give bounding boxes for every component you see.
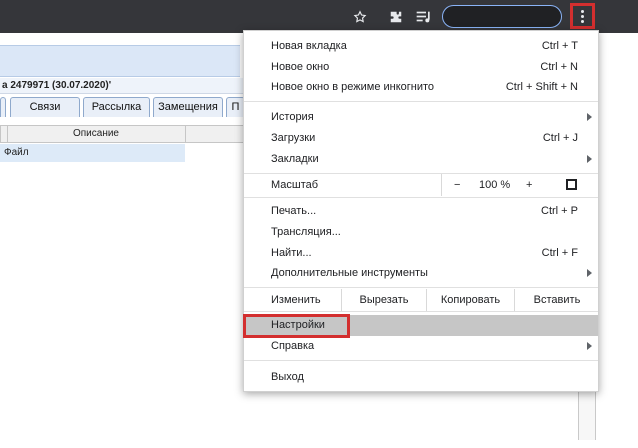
chevron-right-icon bbox=[587, 342, 592, 350]
zoom-row: Масштаб − 100 % + bbox=[244, 174, 598, 196]
tab-substitutions[interactable]: Замещения bbox=[153, 97, 223, 117]
browser-toolbar bbox=[0, 0, 638, 33]
menu-item-history[interactable]: История bbox=[244, 107, 598, 128]
zoom-label: Масштаб bbox=[271, 179, 319, 191]
edit-label: Изменить bbox=[271, 294, 321, 306]
table-header: Описание bbox=[0, 125, 245, 143]
edit-row: Изменить Вырезать Копировать Вставить bbox=[244, 289, 598, 311]
extensions-icon[interactable] bbox=[386, 7, 406, 27]
fullscreen-icon[interactable] bbox=[566, 179, 577, 190]
menu-item-help[interactable]: Справка bbox=[244, 336, 598, 357]
zoom-value: 100 % bbox=[479, 179, 511, 191]
zoom-out-button[interactable]: − bbox=[454, 174, 460, 196]
tabs-row: Связи Рассылка Замещения П bbox=[0, 97, 245, 117]
menu-item-incognito[interactable]: Новое окно в режиме инкогнито Ctrl + Shif… bbox=[244, 77, 598, 98]
menu-item-cast[interactable]: Трансляция... bbox=[244, 222, 598, 243]
cut-button[interactable]: Вырезать bbox=[341, 289, 426, 311]
tab-partial[interactable] bbox=[0, 97, 6, 117]
paste-button[interactable]: Вставить bbox=[514, 289, 599, 311]
menu-item-new-window[interactable]: Новое окно Ctrl + N bbox=[244, 57, 598, 78]
column-description[interactable]: Описание bbox=[7, 126, 186, 142]
menu-item-bookmarks[interactable]: Закладки bbox=[244, 149, 598, 170]
menu-item-downloads[interactable]: Загрузки Ctrl + J bbox=[244, 128, 598, 149]
menu-item-find[interactable]: Найти... Ctrl + F bbox=[244, 243, 598, 264]
page-header-band bbox=[0, 45, 240, 77]
profile-pill[interactable] bbox=[442, 5, 562, 28]
chevron-right-icon bbox=[587, 269, 592, 277]
tab-mailing[interactable]: Рассылка bbox=[83, 97, 150, 117]
chevron-right-icon bbox=[587, 113, 592, 121]
menu-item-new-tab[interactable]: Новая вкладка Ctrl + T bbox=[244, 36, 598, 57]
menu-item-more-tools[interactable]: Дополнительные инструменты bbox=[244, 263, 598, 284]
zoom-in-button[interactable]: + bbox=[526, 174, 532, 196]
media-queue-icon[interactable] bbox=[414, 7, 434, 27]
star-icon[interactable] bbox=[350, 7, 370, 27]
table-row[interactable]: Файл bbox=[0, 144, 185, 162]
more-menu-icon[interactable] bbox=[570, 3, 595, 29]
zoom-controls: − 100 % + bbox=[441, 174, 599, 196]
tab-links[interactable]: Связи bbox=[10, 97, 80, 117]
menu-item-exit[interactable]: Выход bbox=[244, 367, 598, 388]
copy-button[interactable]: Копировать bbox=[426, 289, 514, 311]
chevron-right-icon bbox=[587, 155, 592, 163]
menu-item-print[interactable]: Печать... Ctrl + P bbox=[244, 201, 598, 222]
settings-highlight-box bbox=[243, 314, 350, 338]
document-title: а 2479971 (30.07.2020)' bbox=[0, 78, 245, 94]
